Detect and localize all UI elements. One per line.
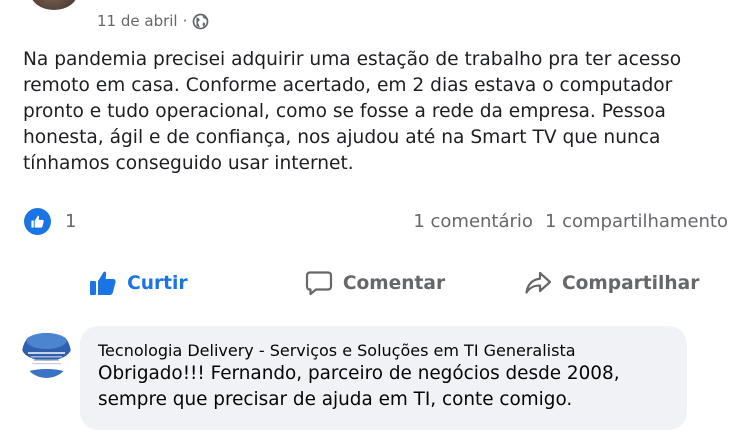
post-date[interactable]: 11 de abril — [97, 12, 178, 30]
comment-text-line: sempre que precisar de ajuda em TI, cont… — [98, 389, 573, 410]
comment-bubble: Tecnologia Delivery - Serviços e Soluçõe… — [80, 326, 687, 430]
comment-text: Obrigado!!! Fernando, parceiro de negóci… — [98, 361, 669, 413]
meta-separator: · — [182, 12, 188, 30]
post-meta: 11 de abril · — [97, 10, 209, 32]
comment-icon — [305, 271, 332, 296]
comments-count-link[interactable]: 1 comentário — [413, 211, 533, 232]
globe-icon — [193, 13, 209, 29]
like-button-label: Curtir — [127, 272, 188, 294]
like-icon — [90, 271, 116, 295]
reactions-bar: 1 1 comentário 1 compartilhamento — [24, 206, 728, 236]
post-text-line: pronto e tudo operacional, como se fosse… — [23, 101, 666, 122]
comment-button-label: Comentar — [342, 272, 446, 294]
like-button[interactable]: Curtir — [20, 262, 257, 304]
post-text-line: Na pandemia precisei adquirir uma estaçã… — [23, 49, 682, 70]
company-logo-icon — [22, 329, 71, 378]
share-button-label: Compartilhar — [561, 272, 700, 294]
post-text: Na pandemia precisei adquirir uma estaçã… — [23, 47, 738, 177]
like-count[interactable]: 1 — [65, 211, 76, 232]
post-stats: 1 comentário 1 compartilhamento — [413, 211, 728, 232]
comment-author[interactable]: Tecnologia Delivery - Serviços e Soluçõe… — [98, 341, 669, 361]
post-text-line: remoto em casa. Conforme acertado, em 2 … — [23, 75, 673, 96]
comment-text-line: Obrigado!!! Fernando, parceiro de negóci… — [98, 363, 620, 384]
like-reaction-icon[interactable] — [24, 207, 51, 235]
action-bar: Curtir Comentar Compartilhar — [20, 262, 730, 304]
comment-button[interactable]: Comentar — [257, 262, 494, 304]
post-text-line: tínhamos conseguido usar internet. — [23, 153, 354, 174]
post-text-line: honesta, ágil e de confiança, nos ajudou… — [23, 127, 661, 148]
share-button[interactable]: Compartilhar — [493, 262, 730, 304]
share-icon — [525, 271, 552, 294]
shares-count-link[interactable]: 1 compartilhamento — [545, 211, 728, 232]
author-avatar[interactable] — [30, 0, 78, 10]
commenter-avatar[interactable] — [22, 329, 71, 378]
